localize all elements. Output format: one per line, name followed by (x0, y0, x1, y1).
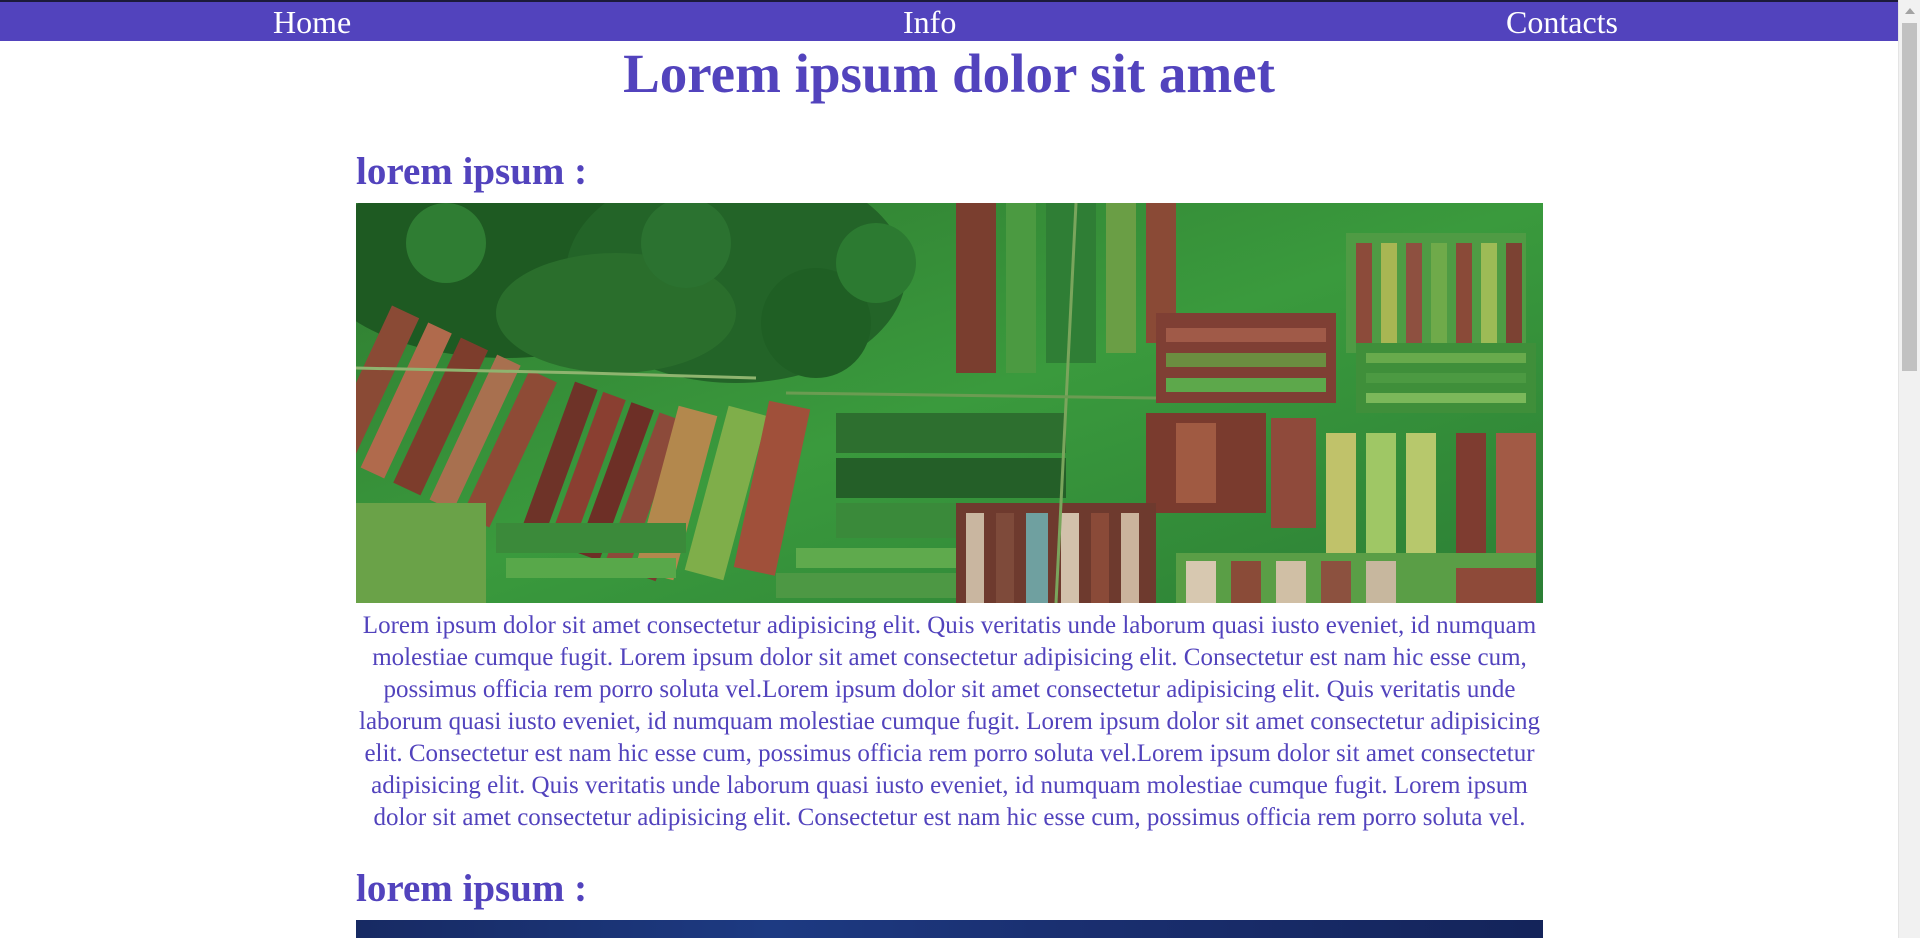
section-heading-2: lorem ipsum : (356, 867, 588, 910)
scrollbar-thumb[interactable] (1902, 23, 1917, 371)
section-heading-1: lorem ipsum : (356, 150, 588, 193)
aerial-farm-fields-image (356, 203, 1543, 603)
nav-link-home[interactable]: Home (273, 3, 351, 41)
dark-blue-image (356, 920, 1543, 938)
nav-link-contacts[interactable]: Contacts (1506, 3, 1618, 41)
nav-link-info[interactable]: Info (903, 3, 956, 41)
page-title: Lorem ipsum dolor sit amet (623, 43, 1275, 104)
top-navigation-bar: Home Info Contacts (0, 0, 1898, 41)
vertical-scrollbar[interactable] (1898, 0, 1920, 938)
scroll-up-arrow-icon[interactable] (1905, 8, 1915, 14)
section-paragraph-1: Lorem ipsum dolor sit amet consectetur a… (359, 612, 1540, 831)
